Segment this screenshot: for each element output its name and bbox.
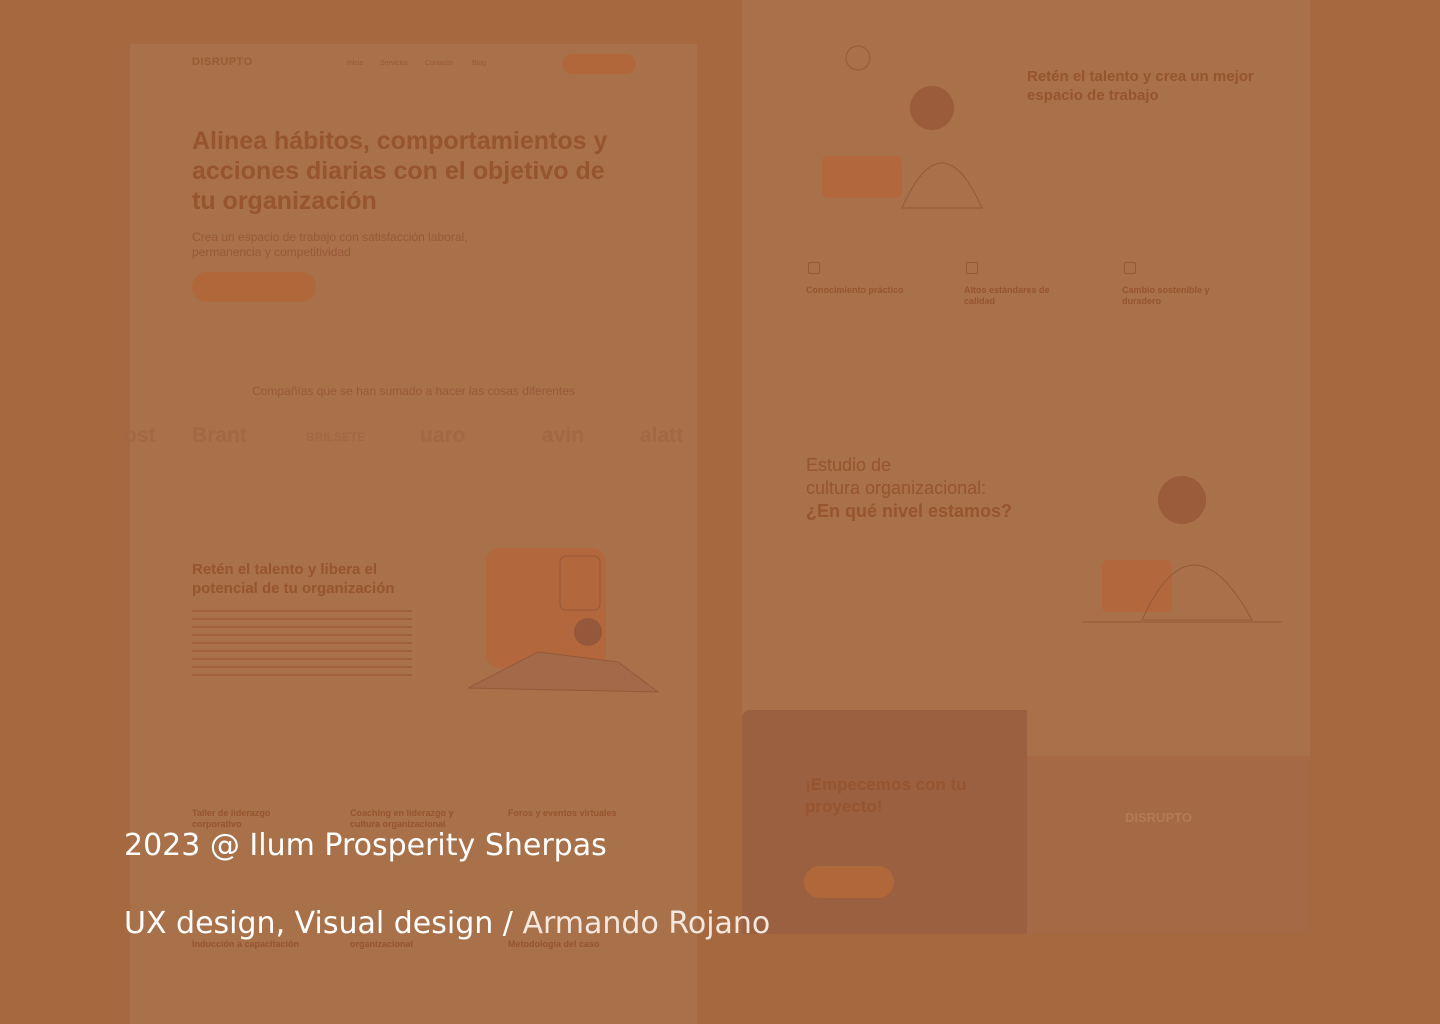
illustration-idea-woman [822,45,983,209]
companies-title: Compañías que se han sumado a hacer las … [252,384,575,398]
lightbulb-icon [966,262,978,274]
start-project-section: ¡Empecemos con tu proyecto! [742,710,1027,934]
nav-item-contacto: Contacto [425,60,454,67]
landing-page-mockup-left: DISRUPTO Inicio Servicios Contacto Blog … [124,44,697,1024]
caption-roles: UX design, Visual design / [124,906,513,941]
company-logo: BRILSETE [306,430,366,444]
feature-title: Foros y eventos virtuales [508,808,617,818]
hero-title: Alinea hábitos, comportamientos y accion… [192,127,608,215]
company-logo: avin [542,424,585,447]
company-logo: Brant [192,424,247,447]
feature-title: Conocimiento práctico [806,285,904,295]
caption-credits: UX design, Visual design / Armando Rojan… [124,906,770,941]
study-title-line: cultura organizacional: [806,478,987,498]
diamond-icon [1124,262,1136,274]
study-title: Estudio de cultura organizacional: ¿En q… [806,454,1046,523]
company-logo: ost [124,424,156,447]
company-logo: uaro [420,424,466,447]
illustration-whiteboard-woman [468,548,660,693]
feature-title: Cambio sostenible y duradero [1122,285,1210,306]
caption-author: Armando Rojano [522,906,771,941]
nav-item-blog: Blog [472,60,487,67]
caption-year-client: 2023 @ Ilum Prosperity Sherpas [124,828,607,863]
feature-title: Coaching en liderazgo y cultura organiza… [350,808,454,829]
header-cta-button [562,54,636,74]
footer-brand: DISRUPTO [1125,810,1192,825]
hero-subtitle: Crea un espacio de trabajo con satisfacc… [192,230,468,259]
book-icon [808,262,820,274]
nav-item-inicio: Inicio [347,60,364,67]
start-cta-button [804,866,894,898]
section-title: Retén el talento y crea un mejor espacio… [1027,68,1254,104]
brand-logo: DISRUPTO [192,56,253,68]
hero-cta-button [192,272,316,302]
section-paragraph [192,610,412,676]
start-title: ¡Empecemos con tu proyecto! [805,775,967,816]
footer: DISRUPTO [1027,756,1310,934]
feature-title: Altos estándares de calidad [964,285,1050,306]
company-logo: alatt [640,424,684,447]
study-title-line: Estudio de [806,455,892,475]
landing-page-mockup-right: Retén el talento y crea un mejor espacio… [742,0,1310,756]
illustration-man-tablet [1082,476,1282,623]
study-title-line: ¿En qué nivel estamos? [806,501,1013,521]
section-title: Retén el talento y libera el potencial d… [192,561,395,597]
nav-item-servicios: Servicios [380,60,409,67]
feature-title: Taller de liderazgo corporativo [192,808,271,829]
